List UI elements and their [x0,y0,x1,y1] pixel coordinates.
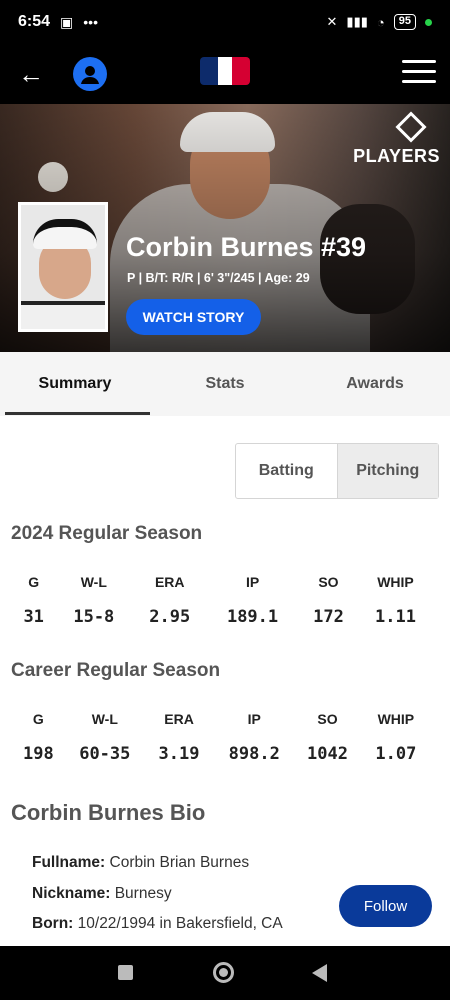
stat-header: ERA [164,711,194,727]
bio-nickname: Nickname: Burnesy [32,885,172,903]
home-icon[interactable] [213,962,234,983]
batting-pitching-toggle: Batting Pitching [235,443,439,499]
fullname-value: Corbin Brian Burnes [109,854,250,871]
fullname-label: Fullname: [32,854,106,871]
stat-value: 1.07 [375,744,417,764]
signal-icon: ▮▮▮ [346,14,368,29]
player-meta: P | B/T: R/R | 6' 3"/245 | Age: 29 [127,271,310,285]
player-name: Corbin Burnes #39 [126,232,367,262]
stat-value: 2.95 [149,607,191,627]
stat-value: 31 [23,607,44,627]
stat-value: 3.19 [158,744,200,764]
season-stats-header: G W-L ERA IP SO WHIP [12,574,432,590]
stat-header: G [28,574,40,590]
bio-born: Born: 10/22/1994 in Bakersfield, CA [32,915,283,933]
tab-summary[interactable]: Summary [0,352,150,416]
career-stats-values: 198 60-35 3.19 898.2 1042 1.07 [12,744,432,764]
season-stats-values: 31 15-8 2.95 189.1 172 1.11 [12,607,432,627]
player-headshot [18,202,108,332]
stat-header: WHIP [377,574,414,590]
stat-header: IP [245,574,260,590]
more-icon: ••• [83,14,98,30]
arrow-left-icon[interactable]: ← [18,59,58,90]
nickname-label: Nickname: [32,885,111,902]
stat-value: 60-35 [79,744,131,764]
stat-header: SO [317,711,338,727]
mlb-players-logo: PLAYERS [353,111,440,167]
mute-icon: ✕ [326,14,338,29]
recent-apps-icon[interactable] [118,965,133,980]
born-label: Born: [32,915,74,932]
stat-header: ERA [154,574,185,590]
stat-header: IP [247,711,261,727]
battery-icon: 95 [393,14,416,30]
tab-stats[interactable]: Stats [150,352,300,416]
career-stats-title: Career Regular Season [11,660,221,681]
wifi-icon: ◔ [376,14,385,30]
stat-header: G [32,711,44,727]
stat-header: W-L [80,574,107,590]
stat-header: SO [318,574,339,590]
stat-value: 189.1 [226,607,279,627]
players-logo-text: PLAYERS [353,146,440,166]
stat-value: 1.11 [375,607,416,627]
stat-header: WHIP [377,711,415,727]
stat-value: 898.2 [228,744,280,764]
clock: 6:54 [18,13,51,30]
player-hero-banner: PLAYERS Corbin Burnes #39 P | B/T: R/R |… [0,104,450,352]
stat-value: 198 [23,744,54,764]
tab-bar: Summary Stats Awards [0,352,450,416]
user-circle-icon[interactable] [73,57,107,91]
batting-toggle-button[interactable]: Batting [236,444,337,498]
tab-awards[interactable]: Awards [300,352,450,416]
status-bar: 6:54 ▣ ••• ✕ ▮▮▮ ◔ 95 [0,0,450,44]
top-nav-bar: ← [0,44,450,104]
system-nav-bar [0,946,450,1000]
career-stats-header: G W-L ERA IP SO WHIP [12,711,432,727]
bio-fullname: Fullname: Corbin Brian Burnes [32,854,249,872]
back-triangle-icon[interactable] [312,964,327,982]
privacy-indicator-icon [425,18,432,26]
hamburger-menu-icon[interactable] [402,60,436,90]
pitching-toggle-button[interactable]: Pitching [336,444,438,498]
stat-value: 172 [313,607,344,627]
mlb-logo[interactable] [200,57,250,85]
photo-icon: ▣ [60,13,74,30]
stat-value: 1042 [307,744,348,764]
stat-header: W-L [91,711,118,727]
born-value: 10/22/1994 in Bakersfield, CA [77,915,283,932]
nickname-value: Burnesy [114,885,172,902]
bio-title: Corbin Burnes Bio [11,800,206,825]
watch-story-button[interactable]: WATCH STORY [126,299,261,335]
season-stats-title: 2024 Regular Season [11,523,203,544]
follow-button[interactable]: Follow [339,885,432,927]
stat-value: 15-8 [73,607,115,627]
